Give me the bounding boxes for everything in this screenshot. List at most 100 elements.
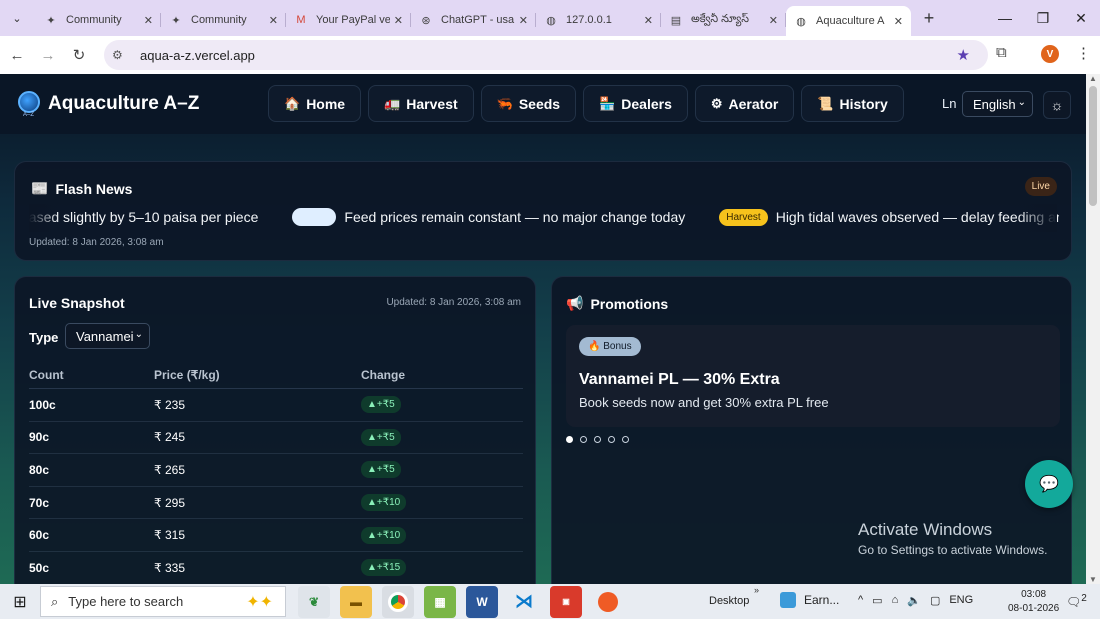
promotions-title-text: Promotions bbox=[590, 295, 669, 312]
clock-date: 08-01-2026 bbox=[1008, 603, 1060, 614]
count-cell: 60c bbox=[29, 528, 50, 543]
nav-harvest-button[interactable]: 🚛 Harvest bbox=[368, 85, 474, 122]
carousel-dot[interactable] bbox=[580, 436, 587, 443]
nav-home-button[interactable]: 🏠 Home bbox=[268, 85, 362, 122]
scroll-up-icon[interactable]: ▲ bbox=[1086, 74, 1100, 83]
close-tab-icon[interactable]: ✕ bbox=[519, 14, 528, 27]
earn-app-button[interactable]: Earn... bbox=[780, 592, 839, 608]
taskbar-clock[interactable]: 03:08 08-01-2026 bbox=[1008, 588, 1059, 616]
close-tab-icon[interactable]: ✕ bbox=[144, 14, 153, 27]
page-scrollbar[interactable]: ▲ ▼ bbox=[1086, 74, 1100, 584]
windows-start-icon[interactable]: ⊞ bbox=[0, 584, 40, 619]
calendar-app-icon[interactable]: ▣ bbox=[550, 585, 582, 618]
carousel-dot[interactable] bbox=[622, 436, 629, 443]
scrollbar-thumb[interactable] bbox=[1089, 86, 1097, 206]
nav-dealers-button[interactable]: 🏪 Dealers bbox=[583, 85, 688, 122]
community-icon: ✦ bbox=[171, 14, 181, 27]
price-cell: ₹ 245 bbox=[154, 430, 185, 445]
close-window-icon[interactable]: ✕ bbox=[1062, 0, 1100, 36]
nav-label: Seeds bbox=[518, 95, 561, 112]
taskbar-search-box[interactable]: ⌕ Type here to search ✦✦ bbox=[40, 586, 286, 617]
change-cell: ▲+₹15 bbox=[361, 559, 523, 577]
browser-tab[interactable]: ▤ అక్వేనీ న్యూస్ ✕ bbox=[661, 6, 786, 34]
battery-icon[interactable]: ▭ bbox=[872, 594, 882, 607]
price-cell: ₹ 315 bbox=[154, 528, 185, 543]
address-bar[interactable]: ⚙ aqua-a-z.vercel.app ★ bbox=[104, 40, 988, 70]
word-icon[interactable]: W bbox=[466, 585, 498, 618]
bookmark-star-icon[interactable]: ★ bbox=[957, 46, 970, 64]
table-row: 80c ₹ 265 ▲+₹5 bbox=[29, 454, 523, 487]
promo-headline: Vannamei PL — 30% Extra bbox=[579, 371, 780, 388]
tab-title: అక్వేనీ న్యూస్ bbox=[691, 12, 750, 25]
language-indicator[interactable]: ENG bbox=[949, 594, 973, 607]
scroll-down-icon[interactable]: ▼ bbox=[1086, 575, 1100, 584]
flash-news-title-text: Flash News bbox=[55, 180, 133, 197]
postman-icon[interactable] bbox=[592, 585, 624, 618]
close-tab-icon[interactable]: ✕ bbox=[394, 14, 403, 27]
vscode-icon[interactable]: ⋊ bbox=[508, 585, 540, 618]
photos-icon[interactable]: ▦ bbox=[424, 585, 456, 618]
forward-icon[interactable]: → bbox=[34, 41, 62, 69]
browser-tab[interactable]: ◍ 127.0.0.1 ✕ bbox=[536, 6, 661, 34]
file-explorer-icon[interactable]: ▬ bbox=[340, 585, 372, 618]
carousel-dot[interactable] bbox=[608, 436, 615, 443]
theme-toggle-sun-icon[interactable]: ☼ bbox=[1043, 91, 1071, 119]
earn-app-label: Earn... bbox=[804, 593, 840, 607]
site-info-icon[interactable]: ⚙ bbox=[112, 48, 130, 62]
tab-search-icon[interactable]: ⌄ bbox=[6, 7, 28, 29]
nav-seeds-button[interactable]: 🦐 Seeds bbox=[480, 85, 577, 122]
url-text[interactable]: aqua-a-z.vercel.app bbox=[140, 48, 255, 63]
type-select[interactable]: Vannamei ⌄ bbox=[65, 323, 150, 349]
display-icon[interactable]: ▢ bbox=[930, 594, 940, 607]
minimize-icon[interactable]: — bbox=[986, 0, 1024, 36]
reload-icon[interactable]: ↻ bbox=[65, 41, 93, 69]
change-badge: ▲+₹5 bbox=[361, 428, 401, 446]
desktop-toolbar-label[interactable]: Desktop bbox=[709, 595, 749, 607]
chrome-icon[interactable] bbox=[382, 585, 414, 618]
chevron-right-icon[interactable]: » bbox=[754, 585, 759, 595]
close-tab-icon[interactable]: ✕ bbox=[894, 15, 903, 28]
language-label: Ln bbox=[942, 96, 957, 111]
notification-icon[interactable]: 🗨2 bbox=[1066, 593, 1087, 609]
browser-tab[interactable]: ◍ Aquaculture A ✕ bbox=[786, 6, 911, 36]
language-select[interactable]: English ⌄ bbox=[962, 91, 1033, 117]
logo-subtext: A–Z bbox=[23, 112, 35, 118]
carousel-dot[interactable] bbox=[566, 436, 573, 443]
megaphone-icon: 📢 bbox=[566, 295, 584, 311]
nav-dealers-icon: 🏪 bbox=[599, 95, 616, 111]
close-tab-icon[interactable]: ✕ bbox=[644, 14, 653, 27]
new-tab-button[interactable]: + bbox=[915, 8, 943, 29]
search-icon: ⌕ bbox=[51, 593, 59, 609]
browser-tab[interactable]: ✦ Community ✕ bbox=[161, 6, 286, 34]
extensions-icon[interactable]: ⧉ bbox=[996, 44, 1007, 61]
profile-avatar[interactable]: V bbox=[1041, 45, 1059, 63]
count-cell: 100c bbox=[29, 397, 56, 412]
browser-menu-icon[interactable]: ⋮ bbox=[1076, 44, 1091, 62]
change-badge: ▲+₹5 bbox=[361, 396, 401, 414]
volume-icon[interactable]: 🔈 bbox=[907, 594, 921, 607]
browser-tab[interactable]: ⊛ ChatGPT - usa ✕ bbox=[411, 6, 536, 34]
chat-button[interactable]: 💬 bbox=[1025, 460, 1073, 508]
change-badge: ▲+₹5 bbox=[361, 461, 401, 479]
close-tab-icon[interactable]: ✕ bbox=[269, 14, 278, 27]
count-cell: 90c bbox=[29, 430, 50, 445]
back-icon[interactable]: ← bbox=[3, 41, 31, 69]
browser-tab[interactable]: M Your PayPal ve ✕ bbox=[286, 6, 411, 34]
network-icon[interactable]: ⌂ bbox=[892, 594, 899, 607]
price-table: Count Price (₹/kg) Change 100c ₹ 235 ▲+₹5 9… bbox=[29, 361, 523, 584]
close-tab-icon[interactable]: ✕ bbox=[769, 14, 778, 27]
restore-icon[interactable]: ❐ bbox=[1024, 0, 1062, 36]
nav-aerator-button[interactable]: ⚙ Aerator bbox=[694, 85, 795, 122]
news-icon: ▤ bbox=[670, 14, 682, 27]
nav-label: Dealers bbox=[621, 95, 672, 112]
browser-tab[interactable]: ✦ Community ✕ bbox=[36, 6, 161, 34]
mongodb-icon[interactable]: ❦ bbox=[298, 585, 330, 618]
carousel-dot[interactable] bbox=[594, 436, 601, 443]
site-logo[interactable] bbox=[18, 91, 40, 113]
site-brand[interactable]: Aquaculture A–Z bbox=[48, 93, 199, 115]
promo-slide[interactable]: 🔥 Bonus Vannamei PL — 30% Extra Book see… bbox=[566, 325, 1060, 427]
nav-history-button[interactable]: 📜 History bbox=[801, 85, 904, 122]
tray-chevron-up-icon[interactable]: ^ bbox=[858, 594, 863, 607]
clock-time: 03:08 bbox=[1021, 589, 1047, 600]
tab-title: Community bbox=[66, 14, 122, 26]
